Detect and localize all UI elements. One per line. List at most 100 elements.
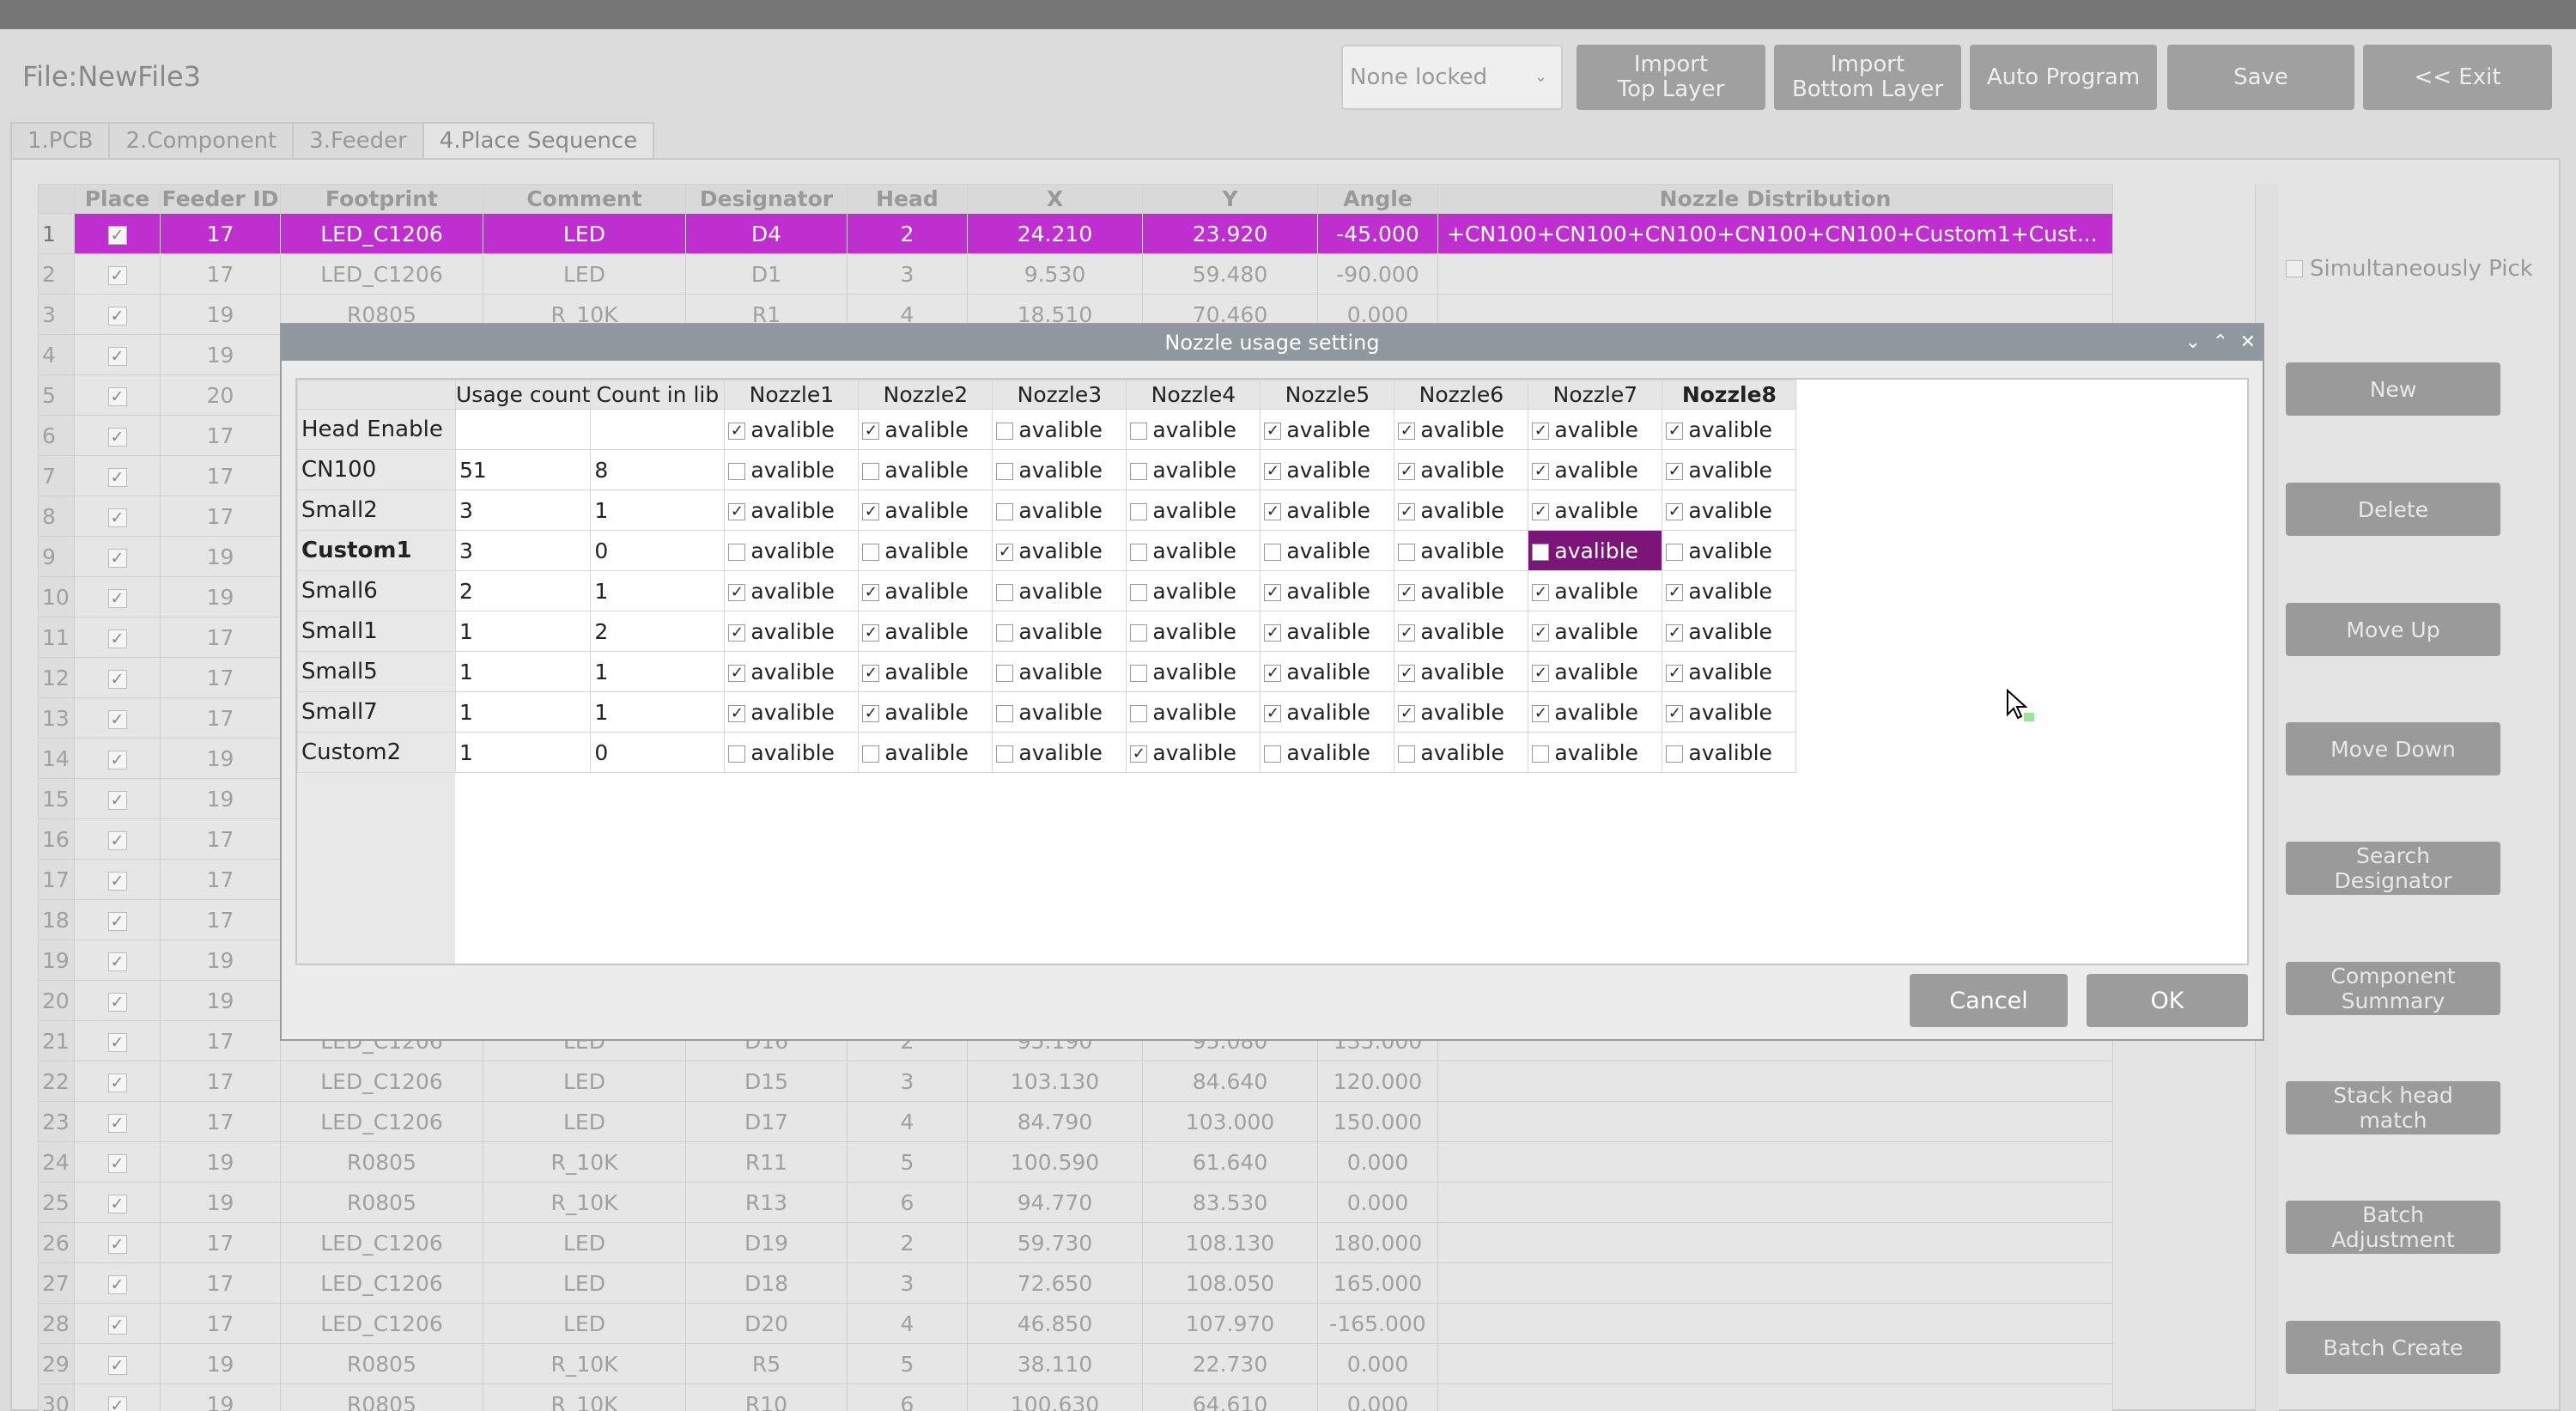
place-cell[interactable]: ✓ <box>74 1384 161 1411</box>
nozzle-availability-cell[interactable]: ✓ avalible <box>1394 449 1529 490</box>
count-in-lib-cell[interactable]: 1 <box>590 490 726 531</box>
availability-checkbox[interactable] <box>728 462 746 480</box>
header-designator[interactable]: Designator <box>685 184 848 214</box>
nozzle-availability-cell[interactable]: avalible <box>858 530 993 571</box>
table-row[interactable]: 26 ✓ 17 LED_C1206 LED D19 2 59.730 108.130 180.00… <box>38 1222 2113 1263</box>
place-checkbox[interactable]: ✓ <box>107 1234 127 1254</box>
table-row[interactable]: 1 ✓ 17 LED_C1206 LED D4 2 24.210 23.920 -45.000 +C… <box>38 213 2113 254</box>
availability-checkbox[interactable]: ✓ <box>1666 422 1684 440</box>
place-checkbox[interactable]: ✓ <box>107 871 127 891</box>
nozzle-availability-cell[interactable]: avalible <box>858 449 993 490</box>
nozzle-availability-cell[interactable]: avalible <box>992 732 1127 773</box>
header-comment[interactable]: Comment <box>483 184 686 214</box>
nozzle-availability-cell[interactable]: ✓ avalible <box>1394 570 1529 611</box>
count-in-lib-cell[interactable]: 1 <box>590 691 726 733</box>
availability-checkbox[interactable]: ✓ <box>728 623 746 642</box>
usage-count-cell[interactable]: 3 <box>454 530 592 571</box>
tab-place-sequence[interactable]: 4.Place Sequence <box>422 122 655 160</box>
nozzle-header-9[interactable]: Nozzle7 <box>1528 380 1663 410</box>
maximize-icon[interactable]: ⌃ <box>2213 325 2228 361</box>
place-checkbox[interactable]: ✓ <box>107 548 127 568</box>
usage-count-cell[interactable]: 51 <box>454 449 592 490</box>
nozzle-header-10[interactable]: Nozzle8 <box>1662 380 1797 410</box>
usage-count-cell[interactable]: 2 <box>454 570 592 611</box>
nozzle-availability-cell[interactable]: avalible <box>1126 490 1261 531</box>
place-checkbox[interactable]: ✓ <box>107 669 127 689</box>
nozzle-availability-cell[interactable]: avalible <box>1528 732 1663 773</box>
table-row[interactable]: 23 ✓ 17 LED_C1206 LED D17 4 84.790 103.000 150.00… <box>38 1101 2113 1142</box>
place-cell[interactable]: ✓ <box>74 778 161 819</box>
place-checkbox[interactable]: ✓ <box>107 467 127 487</box>
availability-checkbox[interactable] <box>1130 623 1148 642</box>
nozzle-availability-cell[interactable]: avalible <box>1528 530 1663 571</box>
place-cell[interactable]: ✓ <box>74 576 161 617</box>
place-checkbox[interactable]: ✓ <box>107 386 127 406</box>
place-checkbox[interactable]: ✓ <box>107 588 127 608</box>
table-row[interactable]: 28 ✓ 17 LED_C1206 LED D20 4 46.850 107.970 -165.0… <box>38 1303 2113 1344</box>
place-cell[interactable]: ✓ <box>74 617 161 658</box>
availability-checkbox[interactable] <box>1398 543 1416 561</box>
stack-head-match-button[interactable]: Stack head match <box>2286 1081 2500 1134</box>
count-in-lib-cell[interactable]: 0 <box>590 530 726 571</box>
cancel-button[interactable]: Cancel <box>1910 974 2068 1027</box>
availability-checkbox[interactable]: ✓ <box>1666 623 1684 642</box>
availability-checkbox[interactable]: ✓ <box>1398 502 1416 520</box>
place-checkbox[interactable]: ✓ <box>107 790 127 810</box>
usage-count-cell[interactable]: 1 <box>454 651 592 692</box>
nozzle-availability-cell[interactable]: ✓ avalible <box>1662 409 1797 450</box>
nozzle-availability-cell[interactable]: avalible <box>724 449 860 490</box>
place-cell[interactable]: ✓ <box>74 253 161 295</box>
nozzle-availability-cell[interactable]: ✓ avalible <box>1528 611 1663 652</box>
exit-button[interactable]: << Exit <box>2363 45 2552 110</box>
nozzle-header-6[interactable]: Nozzle4 <box>1126 380 1261 410</box>
nozzle-availability-cell[interactable]: ✓ avalible <box>1528 409 1663 450</box>
usage-count-cell[interactable] <box>454 409 592 450</box>
nozzle-availability-cell[interactable]: avalible <box>992 409 1127 450</box>
count-in-lib-cell[interactable]: 1 <box>590 570 726 611</box>
availability-checkbox[interactable] <box>1130 502 1148 520</box>
lock-select[interactable]: None locked ⌄ <box>1341 45 1563 110</box>
place-checkbox[interactable]: ✓ <box>107 992 127 1012</box>
availability-checkbox[interactable] <box>1532 543 1550 561</box>
place-cell[interactable]: ✓ <box>74 374 161 416</box>
availability-checkbox[interactable]: ✓ <box>862 422 880 440</box>
ok-button[interactable]: OK <box>2087 974 2248 1027</box>
availability-checkbox[interactable]: ✓ <box>1398 704 1416 722</box>
availability-checkbox[interactable]: ✓ <box>1398 664 1416 682</box>
nozzle-availability-cell[interactable]: avalible <box>1662 530 1797 571</box>
table-row[interactable]: 24 ✓ 19 R0805 R_10K R11 5 100.590 61.640 0.000 <box>38 1141 2113 1183</box>
nozzle-availability-cell[interactable]: ✓ avalible <box>724 691 860 733</box>
nozzle-availability-cell[interactable]: ✓ avalible <box>1260 570 1395 611</box>
nozzle-availability-cell[interactable]: ✓ avalible <box>858 570 993 611</box>
availability-checkbox[interactable] <box>1264 543 1282 561</box>
availability-checkbox[interactable]: ✓ <box>1264 623 1282 642</box>
place-cell[interactable]: ✓ <box>74 940 161 981</box>
availability-checkbox[interactable]: ✓ <box>728 704 746 722</box>
nozzle-availability-cell[interactable]: avalible <box>992 611 1127 652</box>
header-feeder-id[interactable]: Feeder ID <box>160 184 281 214</box>
nozzle-availability-cell[interactable]: ✓ avalible <box>724 409 860 450</box>
place-checkbox[interactable]: ✓ <box>107 427 127 447</box>
availability-checkbox[interactable]: ✓ <box>1264 704 1282 722</box>
place-checkbox[interactable]: ✓ <box>107 1396 127 1411</box>
save-button[interactable]: Save <box>2167 45 2354 110</box>
nozzle-availability-cell[interactable]: avalible <box>1126 611 1261 652</box>
minimize-icon[interactable]: ⌄ <box>2185 325 2201 361</box>
auto-program-button[interactable]: Auto Program <box>1970 45 2157 110</box>
place-cell[interactable]: ✓ <box>74 294 161 335</box>
nozzle-availability-cell[interactable]: avalible <box>724 732 860 773</box>
delete-button[interactable]: Delete <box>2286 483 2500 536</box>
place-cell[interactable]: ✓ <box>74 657 161 698</box>
availability-checkbox[interactable]: ✓ <box>1666 502 1684 520</box>
nozzle-availability-cell[interactable]: ✓ avalible <box>1528 490 1663 531</box>
place-checkbox[interactable]: ✓ <box>107 265 127 285</box>
place-checkbox[interactable]: ✓ <box>107 911 127 931</box>
checkbox-box[interactable] <box>2286 260 2303 277</box>
nozzle-availability-cell[interactable]: ✓ avalible <box>858 651 993 692</box>
nozzle-availability-cell[interactable]: ✓ avalible <box>1394 409 1529 450</box>
nozzle-availability-cell[interactable]: avalible <box>992 651 1127 692</box>
header-x[interactable]: X <box>967 184 1143 214</box>
availability-checkbox[interactable]: ✓ <box>862 623 880 642</box>
availability-checkbox[interactable] <box>1666 745 1684 763</box>
place-cell[interactable]: ✓ <box>74 1182 161 1223</box>
